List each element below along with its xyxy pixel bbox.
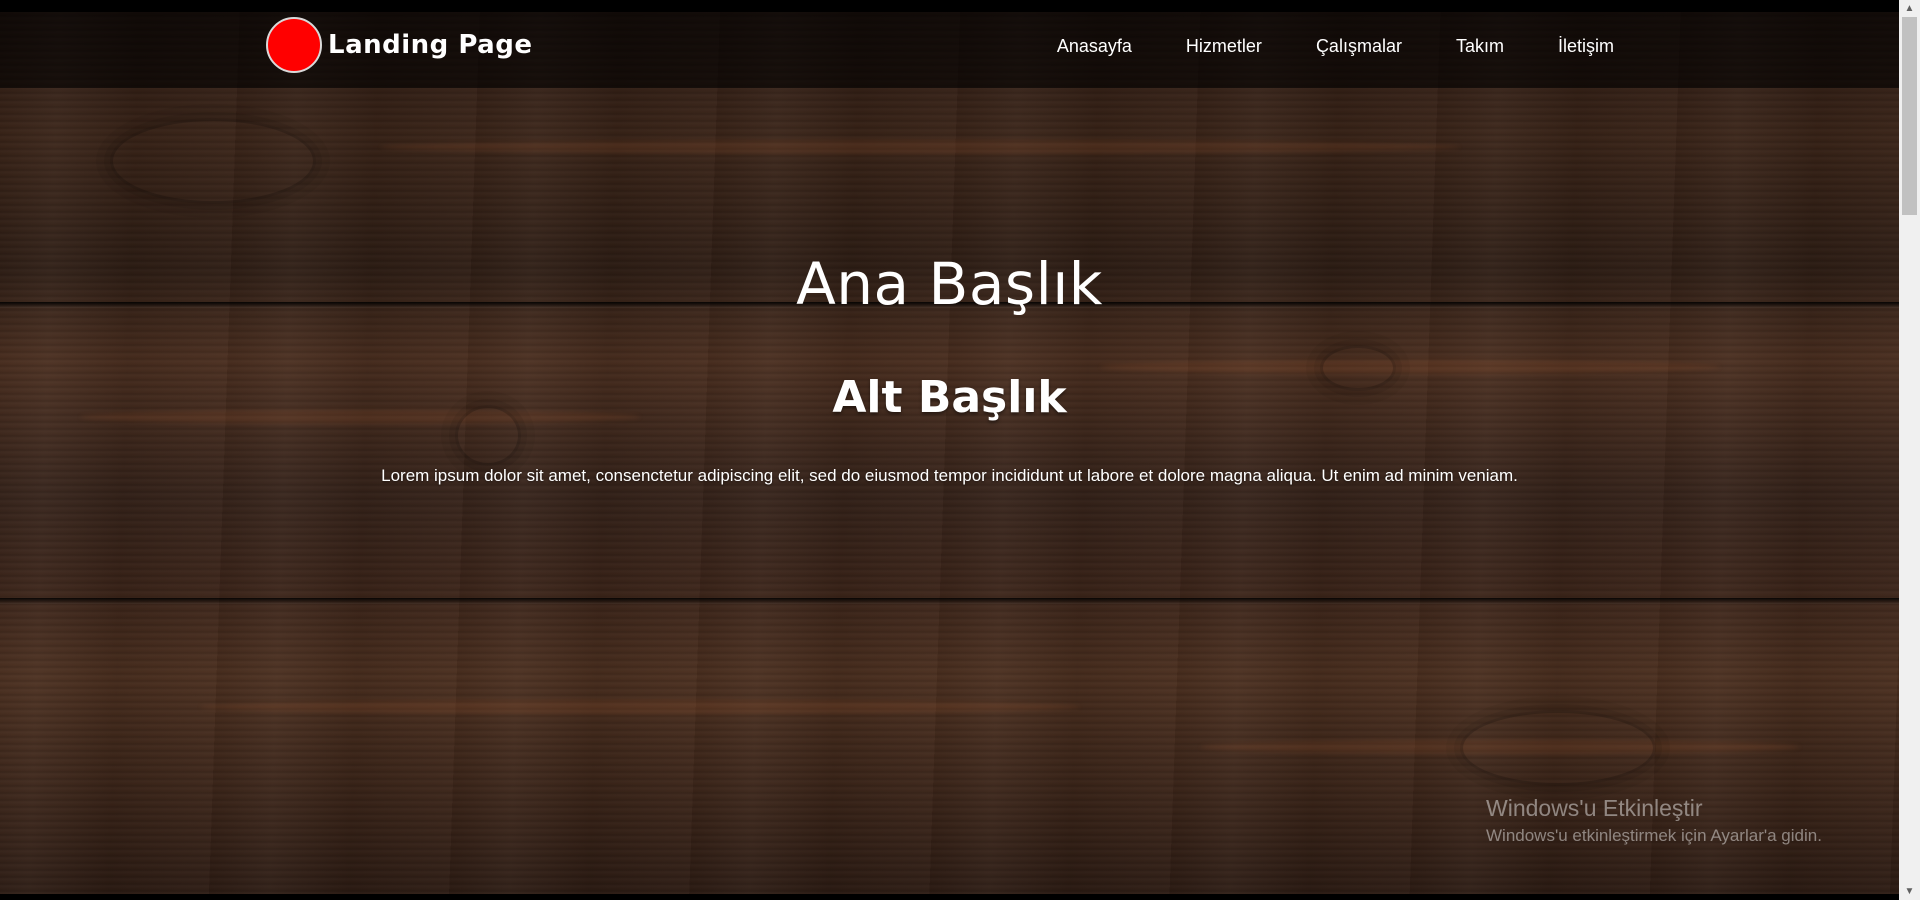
windows-activation-watermark: Windows'u Etkinleştir Windows'u etkinleş… [1486, 795, 1822, 846]
navbar: Landing Page Anasayfa Hizmetler Çalışmal… [0, 0, 1899, 88]
wood-knot [1460, 710, 1656, 786]
watermark-title: Windows'u Etkinleştir [1486, 795, 1703, 821]
nav-link-iletisim[interactable]: İletişim [1558, 36, 1614, 57]
scroll-down-arrow-icon[interactable]: ▼ [1899, 883, 1920, 900]
hero-title: Ana Başlık [796, 250, 1103, 318]
brand-name: Landing Page [328, 30, 533, 60]
wood-grain [200, 700, 1080, 714]
nav-link-hizmetler[interactable]: Hizmetler [1186, 36, 1262, 57]
scroll-thumb[interactable] [1902, 17, 1917, 215]
watermark-text: Windows'u etkinleştirmek için Ayarlar'a … [1486, 826, 1822, 845]
wood-knot [110, 118, 316, 204]
hero-subtitle: Alt Başlık [832, 372, 1067, 423]
wood-grain [380, 140, 1460, 154]
brand-logo-circle [266, 17, 322, 73]
nav-link-anasayfa[interactable]: Anasayfa [1057, 36, 1132, 57]
nav-link-calismalar[interactable]: Çalışmalar [1316, 36, 1402, 57]
bottom-border [0, 894, 1899, 900]
nav-menu: Anasayfa Hizmetler Çalışmalar Takım İlet… [1057, 36, 1614, 57]
scroll-up-arrow-icon[interactable]: ▲ [1899, 0, 1920, 17]
nav-link-takim[interactable]: Takım [1456, 36, 1504, 57]
wood-background [0, 0, 1899, 900]
hero-description: Lorem ipsum dolor sit amet, consenctetur… [381, 466, 1518, 485]
brand-link[interactable]: Landing Page [266, 17, 532, 73]
vertical-scrollbar[interactable]: ▲ ▼ [1899, 0, 1920, 900]
plank-seam [0, 598, 1899, 604]
